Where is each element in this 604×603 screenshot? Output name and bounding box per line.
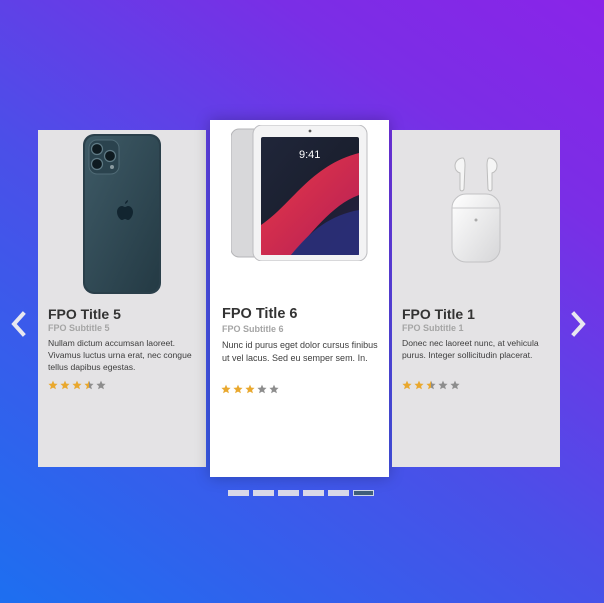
star-icon bbox=[72, 380, 82, 390]
card-description: Nullam dictum accumsan laoreet. Vivamus … bbox=[48, 338, 192, 372]
star-icon bbox=[426, 380, 436, 390]
pagination-dot[interactable] bbox=[253, 490, 274, 496]
pagination-dot[interactable] bbox=[278, 490, 299, 496]
star-icon bbox=[96, 380, 106, 390]
chevron-left-icon bbox=[11, 311, 26, 337]
svg-text:9:41: 9:41 bbox=[299, 149, 320, 161]
card-subtitle: FPO Subtitle 1 bbox=[402, 323, 464, 333]
product-card-6[interactable]: 9:41 FPO Title 6 FPO Subtitle 6 Nunc id … bbox=[210, 120, 389, 477]
card-title: FPO Title 1 bbox=[402, 306, 475, 322]
star-icon bbox=[233, 384, 243, 394]
card-subtitle: FPO Subtitle 6 bbox=[222, 324, 284, 334]
chevron-right-icon bbox=[571, 311, 586, 337]
next-button[interactable] bbox=[567, 310, 591, 338]
star-icon bbox=[60, 380, 70, 390]
pagination-dot[interactable] bbox=[353, 490, 374, 496]
star-icon bbox=[48, 380, 58, 390]
star-icon bbox=[414, 380, 424, 390]
product-card-1[interactable]: FPO Title 1 FPO Subtitle 1 Donec nec lao… bbox=[392, 130, 560, 467]
star-icon bbox=[402, 380, 412, 390]
star-rating bbox=[221, 384, 279, 394]
star-rating bbox=[402, 380, 460, 390]
card-description: Nunc id purus eget dolor cursus finibus … bbox=[222, 340, 378, 363]
carousel-pagination bbox=[228, 490, 374, 496]
star-icon bbox=[450, 380, 460, 390]
card-title: FPO Title 6 bbox=[222, 306, 298, 322]
previous-button[interactable] bbox=[6, 310, 30, 338]
pagination-dot[interactable] bbox=[228, 490, 249, 496]
card-description: Donec nec laoreet nunc, at vehicula puru… bbox=[402, 338, 539, 360]
card-subtitle: FPO Subtitle 5 bbox=[48, 323, 110, 333]
pagination-dot[interactable] bbox=[328, 490, 349, 496]
star-icon bbox=[257, 384, 267, 394]
star-icon bbox=[438, 380, 448, 390]
star-rating bbox=[48, 380, 106, 390]
pagination-dot[interactable] bbox=[303, 490, 324, 496]
star-icon bbox=[84, 380, 94, 390]
product-card-5[interactable]: FPO Title 5 FPO Subtitle 5 Nullam dictum… bbox=[38, 130, 206, 467]
phone-icon bbox=[38, 134, 206, 294]
tablet-icon: 9:41 bbox=[210, 125, 389, 261]
earbuds-icon bbox=[392, 152, 560, 268]
star-icon bbox=[221, 384, 231, 394]
card-title: FPO Title 5 bbox=[48, 306, 121, 322]
star-icon bbox=[269, 384, 279, 394]
star-icon bbox=[245, 384, 255, 394]
